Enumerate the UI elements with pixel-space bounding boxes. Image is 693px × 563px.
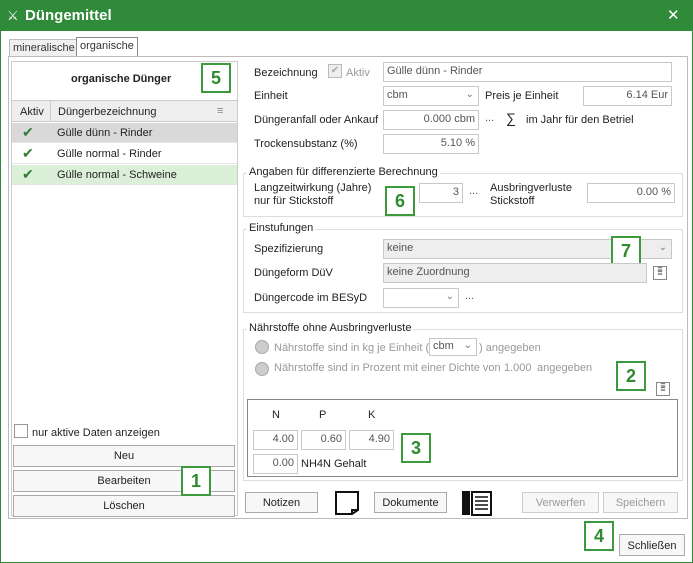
check-icon: ✔ bbox=[22, 124, 34, 140]
close-button[interactable]: Schließen bbox=[619, 534, 685, 556]
radio-prozent[interactable] bbox=[255, 362, 269, 376]
verwerfen-button[interactable]: Verwerfen bbox=[522, 492, 599, 513]
list-header: organische Dünger bbox=[71, 73, 172, 85]
form-label: Düngeform DüV bbox=[254, 267, 333, 279]
list-item[interactable]: ✔ Gülle dünn - Rinder bbox=[12, 123, 237, 143]
form-input: keine Zuordnung bbox=[383, 263, 647, 283]
list-item-name: Gülle normal - Schweine bbox=[57, 169, 177, 181]
app-icon: ⚔ bbox=[7, 8, 19, 23]
langzeit-more-button[interactable]: ... bbox=[469, 185, 478, 197]
verlust-label: Ausbringverluste Stickstoff bbox=[490, 182, 572, 207]
tab-mineralische[interactable]: mineralische bbox=[9, 39, 79, 56]
nh4n-input[interactable]: 0.00 bbox=[253, 454, 298, 474]
badge-5: 5 bbox=[201, 63, 231, 93]
einheit-select[interactable]: cbm ⌄ bbox=[383, 86, 479, 106]
note-icon[interactable] bbox=[334, 490, 360, 516]
opt1-post: ) angegeben bbox=[479, 342, 541, 354]
active-only-checkbox[interactable] bbox=[14, 424, 28, 438]
bezeichnung-label: Bezeichnung bbox=[254, 67, 318, 79]
opt2-density: 1.000 bbox=[504, 362, 532, 374]
col-aktiv[interactable]: Aktiv bbox=[20, 106, 44, 118]
verlust-input[interactable]: 0.00 % bbox=[587, 183, 675, 203]
dokumente-button[interactable]: Dokumente bbox=[374, 492, 447, 513]
book-icon[interactable] bbox=[461, 490, 493, 516]
opt1-label: Nährstoffe sind in kg je Einheit ( bbox=[274, 342, 430, 354]
chevron-down-icon: ⌄ bbox=[445, 291, 454, 302]
aktiv-checkbox[interactable]: ✔ bbox=[328, 64, 342, 78]
einheit-label: Einheit bbox=[254, 90, 288, 102]
spez-label: Spezifizierung bbox=[254, 243, 324, 255]
opt2-post: angegeben bbox=[537, 362, 593, 374]
einheit-value: cbm bbox=[387, 89, 408, 101]
p-label: P bbox=[319, 409, 327, 421]
notizen-button[interactable]: Notizen bbox=[245, 492, 318, 513]
badge-4: 4 bbox=[584, 521, 614, 551]
list-item[interactable]: ✔ Gülle normal - Rinder bbox=[12, 144, 237, 164]
list-item-name: Gülle normal - Rinder bbox=[57, 148, 162, 160]
list-icon[interactable]: ≡ ≡ bbox=[656, 381, 670, 396]
delete-button[interactable]: Löschen bbox=[13, 495, 235, 517]
k-input[interactable]: 4.90 bbox=[349, 430, 394, 450]
list-item-name: Gülle dünn - Rinder bbox=[57, 127, 153, 139]
code-more-button[interactable]: ... bbox=[465, 290, 474, 302]
badge-6: 6 bbox=[385, 186, 415, 216]
tab-organische[interactable]: organische bbox=[76, 37, 138, 56]
sort-icon[interactable]: ≡ bbox=[217, 105, 223, 117]
code-label: Düngercode im BESyD bbox=[254, 292, 368, 304]
speichern-button[interactable]: Speichern bbox=[603, 492, 678, 513]
n-label: N bbox=[272, 409, 280, 421]
list-column-header: Aktiv Düngerbezeichnung ≡ bbox=[12, 100, 237, 122]
new-button[interactable]: Neu bbox=[13, 445, 235, 467]
trocken-label: Trockensubstanz (%) bbox=[254, 138, 358, 150]
badge-7: 7 bbox=[611, 236, 641, 266]
window: ⚔ Düngemittel ✕ mineralische organische … bbox=[0, 0, 693, 563]
anfall-more-button[interactable]: ... bbox=[485, 112, 494, 124]
badge-2: 2 bbox=[616, 361, 646, 391]
preis-label: Preis je Einheit bbox=[485, 90, 559, 102]
nh4n-label: NH4N Gehalt bbox=[301, 458, 367, 470]
col-divider bbox=[50, 101, 51, 121]
spez-value: keine bbox=[387, 242, 414, 254]
opt1-unit-select[interactable]: cbm ⌄ bbox=[429, 338, 477, 356]
window-title: Düngemittel bbox=[25, 7, 112, 24]
langzeit-label: Langzeitwirkung (Jahre) nur für Sticksto… bbox=[254, 182, 372, 207]
check-icon: ✔ bbox=[22, 166, 34, 182]
anfall-label: Düngeranfall oder Ankauf bbox=[254, 114, 379, 126]
p-input[interactable]: 0.60 bbox=[301, 430, 346, 450]
trocken-input[interactable]: 5.10 % bbox=[383, 134, 479, 154]
diff-title: Angaben für differenzierte Berechnung bbox=[247, 166, 440, 178]
radio-kg[interactable] bbox=[255, 340, 269, 354]
check-icon: ✔ bbox=[22, 145, 34, 161]
active-only-label: nur aktive Daten anzeigen bbox=[32, 427, 160, 439]
code-select[interactable]: ⌄ bbox=[383, 288, 459, 308]
n-input[interactable]: 4.00 bbox=[253, 430, 298, 450]
col-name[interactable]: Düngerbezeichnung bbox=[58, 106, 156, 118]
naehrstoffe-title: Nährstoffe ohne Ausbringverluste bbox=[247, 322, 414, 334]
preis-input[interactable]: 6.14 Eur bbox=[583, 86, 672, 106]
langzeit-input[interactable]: 3 bbox=[419, 183, 463, 203]
aktiv-label: Aktiv bbox=[346, 67, 370, 79]
chevron-down-icon: ⌄ bbox=[658, 242, 667, 253]
sum-icon[interactable]: ∑ bbox=[506, 110, 516, 126]
close-icon[interactable]: ✕ bbox=[667, 6, 680, 24]
title-bar: ⚔ Düngemittel ✕ bbox=[1, 1, 692, 31]
list-item[interactable]: ✔ Gülle normal - Schweine bbox=[12, 165, 237, 185]
chevron-down-icon: ⌄ bbox=[463, 340, 472, 351]
k-label: K bbox=[368, 409, 376, 421]
badge-3: 3 bbox=[401, 433, 431, 463]
chevron-down-icon: ⌄ bbox=[465, 89, 474, 100]
badge-1: 1 bbox=[181, 466, 211, 496]
jahr-label: im Jahr für den Betriel bbox=[526, 114, 634, 126]
list-icon[interactable]: ≡ ≡ bbox=[653, 265, 667, 280]
opt1-unit: cbm bbox=[433, 340, 454, 352]
opt2-label: Nährstoffe sind in Prozent mit einer Dic… bbox=[274, 362, 501, 374]
anfall-input[interactable]: 0.000 cbm bbox=[383, 110, 479, 130]
einstufungen-title: Einstufungen bbox=[247, 222, 316, 234]
bezeichnung-input[interactable]: Gülle dünn - Rinder bbox=[383, 62, 672, 82]
